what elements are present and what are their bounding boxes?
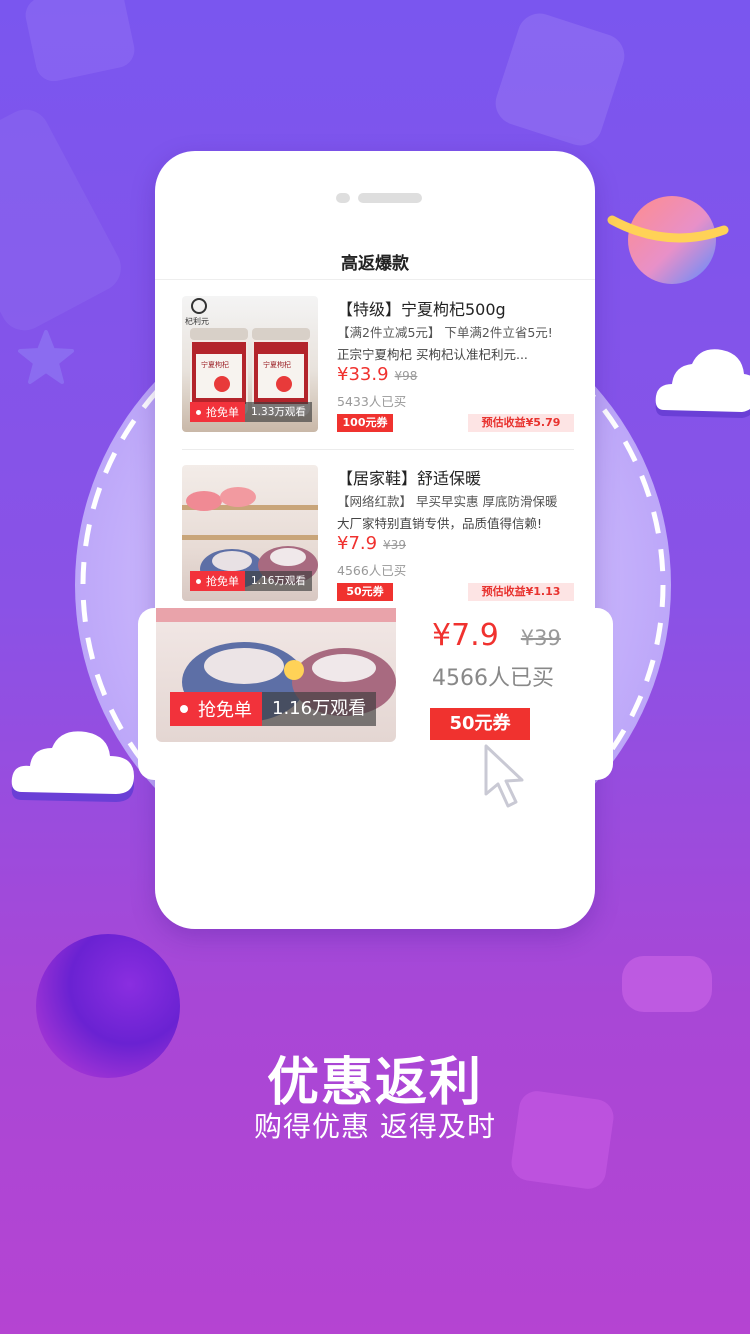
phone-camera <box>336 193 350 203</box>
zoomed-product-image: 抢免单 1.16万观看 <box>156 608 396 742</box>
view-count: 1.33万观看 <box>245 402 312 422</box>
coupon-button[interactable]: 100元券 <box>337 414 393 432</box>
zoomed-price: ¥7.9 ¥39 <box>432 618 561 653</box>
zoom-callout-card: 抢免单 1.16万观看 ¥7.9 ¥39 4566人已买 50元券 <box>138 608 613 780</box>
subheadline: 购得优惠 返得及时 <box>254 1110 496 1143</box>
sold-count: 5433人已买 <box>337 394 407 409</box>
product-description: 正宗宁夏枸杞 买枸杞认准杞利元... <box>337 347 528 362</box>
earnings-tag: 预估收益¥5.79 <box>468 414 574 432</box>
product-card[interactable]: 抢免单 1.16万观看 【居家鞋】舒适保暖 【网络红款】 早买早实惠 厚底防滑保… <box>182 465 574 605</box>
cursor-pointer-icon <box>484 744 524 808</box>
phone-speaker <box>358 193 422 203</box>
original-price: ¥39 <box>520 626 561 650</box>
coupon-button[interactable]: 50元券 <box>337 583 393 601</box>
current-price: ¥7.9 <box>432 618 499 653</box>
original-price: ¥39 <box>383 538 406 552</box>
product-promo: 【满2件立减5元】 下单满2件立省5元! <box>337 325 553 340</box>
divider <box>155 279 595 280</box>
product-image-goji: 杞利元 宁夏枸杞 宁夏枸杞 抢免单 1.33万观看 <box>182 296 318 432</box>
free-order-badge: 抢免单 1.16万观看 <box>190 571 312 591</box>
badge-label: 抢免单 <box>198 700 252 721</box>
product-title: 【居家鞋】舒适保暖 <box>337 469 482 488</box>
original-price: ¥98 <box>394 369 418 383</box>
free-order-badge: 抢免单 1.16万观看 <box>170 692 377 726</box>
jar-label-right: 宁夏枸杞 <box>263 361 291 369</box>
planet-icon <box>607 196 729 284</box>
pill-decoration <box>622 956 712 1012</box>
product-description: 大厂家特别直销专供，品质值得信赖! <box>337 516 543 531</box>
current-price: ¥7.9 <box>337 533 378 554</box>
view-count: 1.16万观看 <box>262 692 377 726</box>
section-title: 高返爆款 <box>341 254 409 274</box>
cloud-icon-left <box>11 731 134 802</box>
product-price: ¥33.9 ¥98 <box>337 364 417 385</box>
current-price: ¥33.9 <box>337 364 389 385</box>
phone-mockup: 高返爆款 杞利元 宁夏枸杞 宁夏枸杞 抢免单 1.33万观看 【特级】宁夏枸杞5… <box>155 151 595 929</box>
free-order-badge: 抢免单 1.33万观看 <box>190 402 312 422</box>
badge-label: 抢免单 <box>206 406 239 419</box>
zoomed-sold-count: 4566人已买 <box>432 666 554 691</box>
product-price: ¥7.9 ¥39 <box>337 533 406 554</box>
product-image-slippers: 抢免单 1.16万观看 <box>182 465 318 601</box>
sold-count: 4566人已买 <box>337 563 407 578</box>
product-title: 【特级】宁夏枸杞500g <box>337 300 506 319</box>
star-icon <box>18 330 74 384</box>
zoomed-coupon-button[interactable]: 50元券 <box>430 708 530 740</box>
headline: 优惠返利 <box>266 1053 483 1113</box>
earnings-tag: 预估收益¥1.13 <box>468 583 574 601</box>
jar-label-left: 宁夏枸杞 <box>201 361 229 369</box>
view-count: 1.16万观看 <box>245 571 312 591</box>
product-promo: 【网络红款】 早买早实惠 厚底防滑保暖 <box>337 494 558 509</box>
divider <box>182 449 574 450</box>
product-card[interactable]: 杞利元 宁夏枸杞 宁夏枸杞 抢免单 1.33万观看 【特级】宁夏枸杞500g 【… <box>182 296 574 436</box>
cloud-icon-right <box>655 349 750 418</box>
jar-brand: 杞利元 <box>185 317 209 326</box>
badge-label: 抢免单 <box>206 575 239 588</box>
